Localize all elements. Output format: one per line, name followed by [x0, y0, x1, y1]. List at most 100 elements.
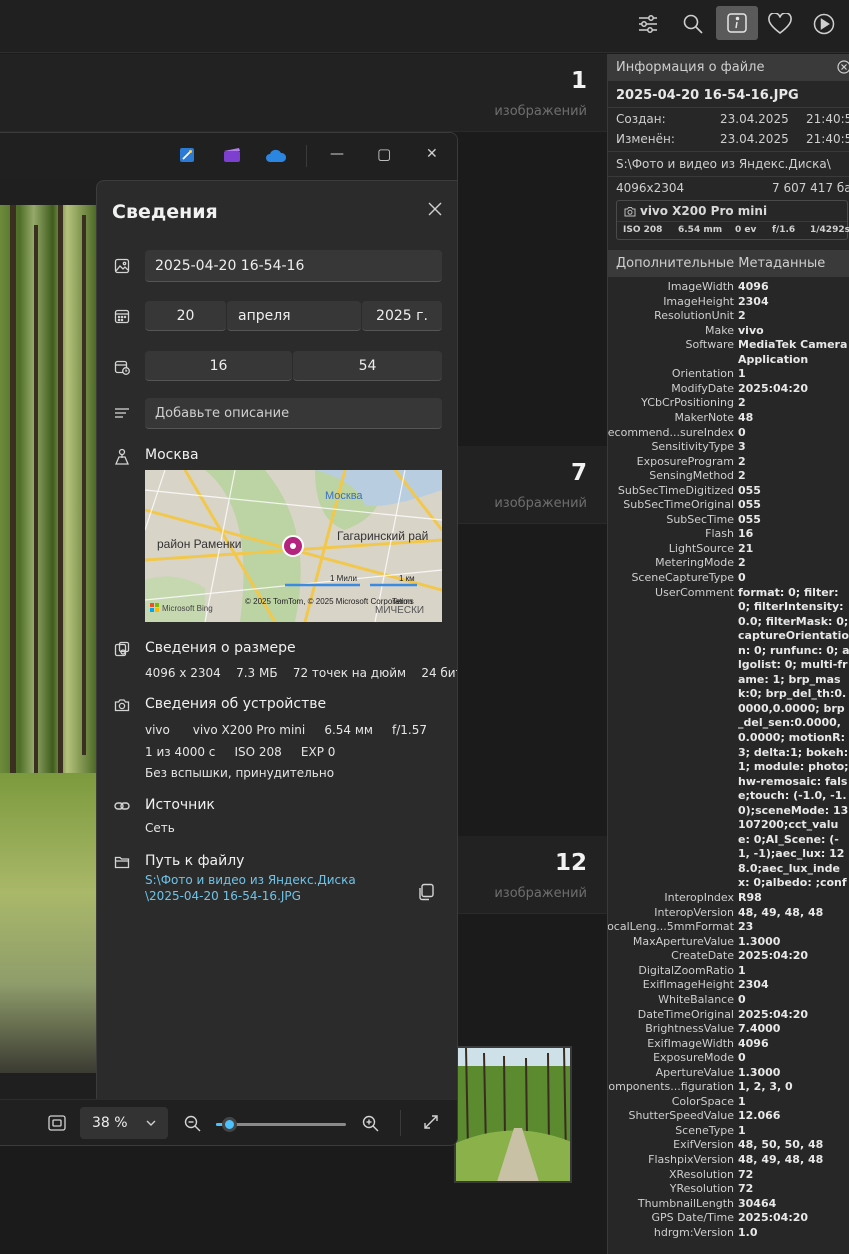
- created-label: Создан:: [616, 112, 666, 126]
- map-city-label: Москва: [325, 490, 363, 502]
- file-path-link-line2[interactable]: \2025-04-20 16-54-16.JPG: [145, 889, 301, 903]
- adjust-button[interactable]: [628, 8, 668, 40]
- year-field[interactable]: 2025 г.: [362, 301, 442, 331]
- metadata-row: CreateDate 2025:04:20 16:54:16: [608, 949, 849, 964]
- minute-field[interactable]: 54: [293, 351, 442, 381]
- metadata-row: BrightnessValue 7.4000: [608, 1022, 849, 1037]
- month-field[interactable]: апреля: [227, 301, 361, 331]
- minimize-button[interactable]: —: [330, 146, 344, 162]
- metadata-row: InteropIndex R98: [608, 891, 849, 906]
- file-size: 7.3 МБ: [236, 666, 278, 680]
- group-count: 7: [570, 460, 587, 486]
- zoom-in-button[interactable]: [362, 1115, 379, 1136]
- metadata-value: 2: [738, 556, 746, 570]
- bit-depth: 24 бит: [421, 666, 457, 680]
- onedrive-button[interactable]: [265, 148, 287, 167]
- metadata-row: GPS Date/Time 2025:04:20 13:54:16 UTC: [608, 1211, 849, 1226]
- metadata-row: ImageHeight 2304: [608, 295, 849, 310]
- modified-date: 23.04.2025: [720, 132, 789, 146]
- metadata-value: format: 0; filter: 0; filterIntensity: 0…: [738, 585, 849, 892]
- metadata-key: hdrgm:Version: [653, 1225, 734, 1239]
- metadata-key: SubSecTime: [666, 512, 734, 526]
- metadata-row: SubSecTimeDigitized 055: [608, 484, 849, 499]
- metadata-row: ExifVersion 48, 50, 50, 48: [608, 1138, 849, 1153]
- slideshow-button[interactable]: [804, 8, 844, 40]
- day-field[interactable]: 20: [145, 301, 226, 331]
- photo-view[interactable]: [0, 205, 96, 1073]
- link-icon: [113, 797, 131, 815]
- close-info-button[interactable]: [837, 60, 849, 77]
- metadata-key: InteropIndex: [664, 891, 734, 905]
- heart-icon: [768, 13, 792, 35]
- metadata-value: 2025:04:20 16:54:16: [738, 1007, 809, 1021]
- metadata-row: ExposureMode 0: [608, 1051, 849, 1066]
- metadata-key: Flash: [705, 527, 734, 541]
- metadata-key: ExposureProgram: [636, 454, 734, 468]
- metadata-row: XResolution 72: [608, 1168, 849, 1183]
- location-name: Москва: [145, 447, 199, 463]
- location-map[interactable]: Москва район Раменки Гагаринский рай 1 М…: [145, 470, 442, 622]
- metadata-key: InteropVersion: [654, 905, 734, 919]
- folder-icon: [113, 853, 131, 871]
- edit-button[interactable]: [179, 147, 195, 167]
- metadata-row: SensitivityType 3: [608, 440, 849, 455]
- metadata-value: 2: [738, 396, 746, 410]
- metadata-value: 1.0: [738, 1225, 758, 1239]
- file-info-pane: Информация о файле 2025-04-20 16-54-16.J…: [607, 54, 849, 1254]
- metadata-row: ExifImageWidth 4096: [608, 1037, 849, 1052]
- copy-path-button[interactable]: [417, 883, 435, 905]
- group-header[interactable]: 1 изображений: [0, 54, 607, 132]
- favorite-button[interactable]: [760, 8, 800, 40]
- metadata-row: ExifImageHeight 2304: [608, 978, 849, 993]
- cloud-icon: [266, 149, 287, 162]
- window-titlebar[interactable]: — ▢ ✕: [0, 133, 457, 179]
- metadata-value: 48: [738, 410, 754, 424]
- metadata-row: ApertureValue 1.3000: [608, 1066, 849, 1081]
- metadata-row: ImageWidth 4096: [608, 280, 849, 295]
- search-button[interactable]: [673, 8, 713, 40]
- maximize-button[interactable]: ▢: [377, 145, 391, 163]
- photo-thumbnail[interactable]: [454, 1046, 572, 1183]
- metadata-row: ShutterSpeedValue 12.066: [608, 1109, 849, 1124]
- description-input[interactable]: Добавьте описание: [145, 398, 442, 429]
- metadata-row: ResolutionUnit 2: [608, 309, 849, 324]
- fit-view-button[interactable]: [48, 1115, 66, 1135]
- group-unit: изображений: [494, 496, 587, 511]
- camera-ev: 0 ev: [735, 225, 757, 235]
- file-path-link[interactable]: S:\Фото и видео из Яндекс.Диска: [145, 873, 356, 887]
- metadata-key: ExposureMode: [653, 1051, 734, 1065]
- metadata-row: UserComment format: 0; filter: 0; filterI…: [608, 586, 849, 892]
- camera-iso: ISO 208: [623, 225, 663, 235]
- zoom-out-button[interactable]: [184, 1115, 201, 1136]
- close-details-button[interactable]: [428, 201, 442, 220]
- clipchamp-button[interactable]: [223, 147, 241, 167]
- hour-field[interactable]: 16: [145, 351, 292, 381]
- info-icon: [727, 13, 747, 33]
- fullscreen-button[interactable]: [423, 1114, 439, 1134]
- chevron-down-icon: [146, 1120, 156, 1126]
- calendar-icon: [113, 307, 131, 325]
- metadata-row: Recommend...sureIndex 0: [608, 426, 849, 441]
- size-line: 4096 x 2304 7.3 МБ 72 точек на дюйм 24 б…: [145, 666, 457, 680]
- exposure-time: 1 из 4000 с: [145, 745, 216, 759]
- metadata-key: LightSource: [668, 541, 734, 555]
- metadata-value: 1: [738, 1123, 746, 1137]
- metadata-row: Make vivo: [608, 324, 849, 339]
- divider: [608, 107, 849, 108]
- metadata-row: WhiteBalance 0: [608, 993, 849, 1008]
- zoom-slider-thumb[interactable]: [222, 1117, 237, 1132]
- metadata-value: 2304: [738, 294, 769, 308]
- metadata-key: Orientation: [671, 367, 734, 381]
- metadata-row: ModifyDate 2025:04:20 16:54:16: [608, 382, 849, 397]
- metadata-value: 0: [738, 571, 746, 584]
- photo-viewer-window: — ▢ ✕ Сведения 2025-04-20 16-54-16 20 ап…: [0, 132, 458, 1146]
- metadata-value: 0: [738, 425, 746, 439]
- divider: [608, 151, 849, 152]
- info-button[interactable]: [716, 6, 758, 40]
- close-window-button[interactable]: ✕: [426, 146, 438, 162]
- metadata-value: 16: [738, 527, 754, 541]
- zoom-select[interactable]: 38 %: [80, 1107, 168, 1139]
- image-dpi: 72 точек на дюйм: [292, 666, 407, 680]
- iso-value: ISO 208: [234, 745, 282, 759]
- filename-field[interactable]: 2025-04-20 16-54-16: [145, 250, 442, 282]
